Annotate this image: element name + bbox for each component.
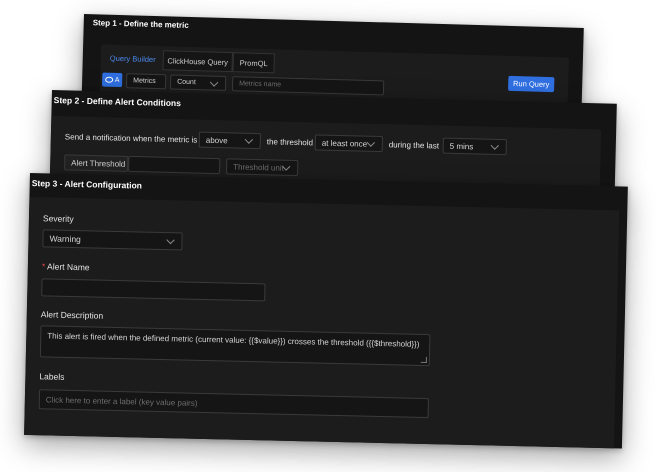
labels-label: Labels bbox=[39, 371, 65, 382]
alert-description-label: Alert Description bbox=[40, 309, 104, 321]
labels-placeholder: Click here to enter a label (key value p… bbox=[45, 394, 198, 408]
chevron-down-icon bbox=[166, 235, 175, 245]
alert-threshold-label: Alert Threshold bbox=[71, 157, 126, 169]
match-type-value: at least once bbox=[321, 138, 368, 149]
threshold-text: the threshold bbox=[266, 137, 314, 148]
threshold-unit-placeholder: Threshold unit bbox=[233, 161, 284, 173]
severity-select[interactable]: Warning bbox=[42, 229, 183, 251]
duration-value: 5 mins bbox=[449, 141, 474, 151]
step2-title: Step 2 - Define Alert Conditions bbox=[53, 95, 182, 109]
aggregation-value: Count bbox=[177, 78, 196, 87]
condition-select[interactable]: above bbox=[198, 131, 262, 150]
duration-select[interactable]: 5 mins bbox=[442, 137, 507, 156]
data-source-value: Metrics bbox=[133, 77, 156, 86]
data-source-select[interactable]: Metrics bbox=[125, 73, 167, 90]
chevron-down-icon bbox=[209, 77, 219, 87]
step1-title: Step 1 - Define the metric bbox=[92, 18, 189, 30]
required-mark: * bbox=[41, 261, 46, 272]
tab-promql[interactable]: PromQL bbox=[232, 52, 275, 74]
alert-threshold-input[interactable] bbox=[128, 155, 221, 175]
eye-icon bbox=[104, 76, 113, 83]
severity-value: Warning bbox=[49, 233, 81, 245]
alert-threshold-label-box: Alert Threshold bbox=[64, 154, 129, 172]
query-label: A bbox=[114, 76, 120, 84]
aggregation-select[interactable]: Count bbox=[169, 74, 227, 91]
match-type-select[interactable]: at least once bbox=[314, 134, 383, 153]
condition-value: above bbox=[205, 135, 228, 145]
chevron-down-icon bbox=[366, 138, 376, 147]
alert-description-value: This alert is fired when the defined met… bbox=[47, 331, 420, 349]
threshold-unit-select[interactable]: Threshold unit bbox=[225, 158, 299, 177]
tab-query-builder[interactable]: Query Builder bbox=[105, 49, 161, 69]
resize-handle-icon[interactable] bbox=[420, 356, 427, 364]
during-text: during the last bbox=[388, 140, 440, 151]
step3-title: Step 3 - Alert Configuration bbox=[31, 178, 143, 191]
alert-name-label-row: * Alert Name bbox=[42, 261, 90, 272]
alert-name-label: Alert Name bbox=[46, 261, 90, 273]
severity-label: Severity bbox=[42, 213, 74, 225]
run-query-button[interactable]: Run Query bbox=[508, 75, 555, 93]
chevron-down-icon bbox=[244, 135, 254, 144]
query-toggle[interactable]: A bbox=[101, 72, 123, 88]
tab-clickhouse-query[interactable]: ClickHouse Query bbox=[162, 50, 233, 73]
chevron-down-icon bbox=[490, 141, 500, 150]
step3-card: Step 3 - Alert Configuration Severity Wa… bbox=[24, 173, 628, 449]
metric-name-placeholder: Metrics name bbox=[239, 80, 282, 89]
